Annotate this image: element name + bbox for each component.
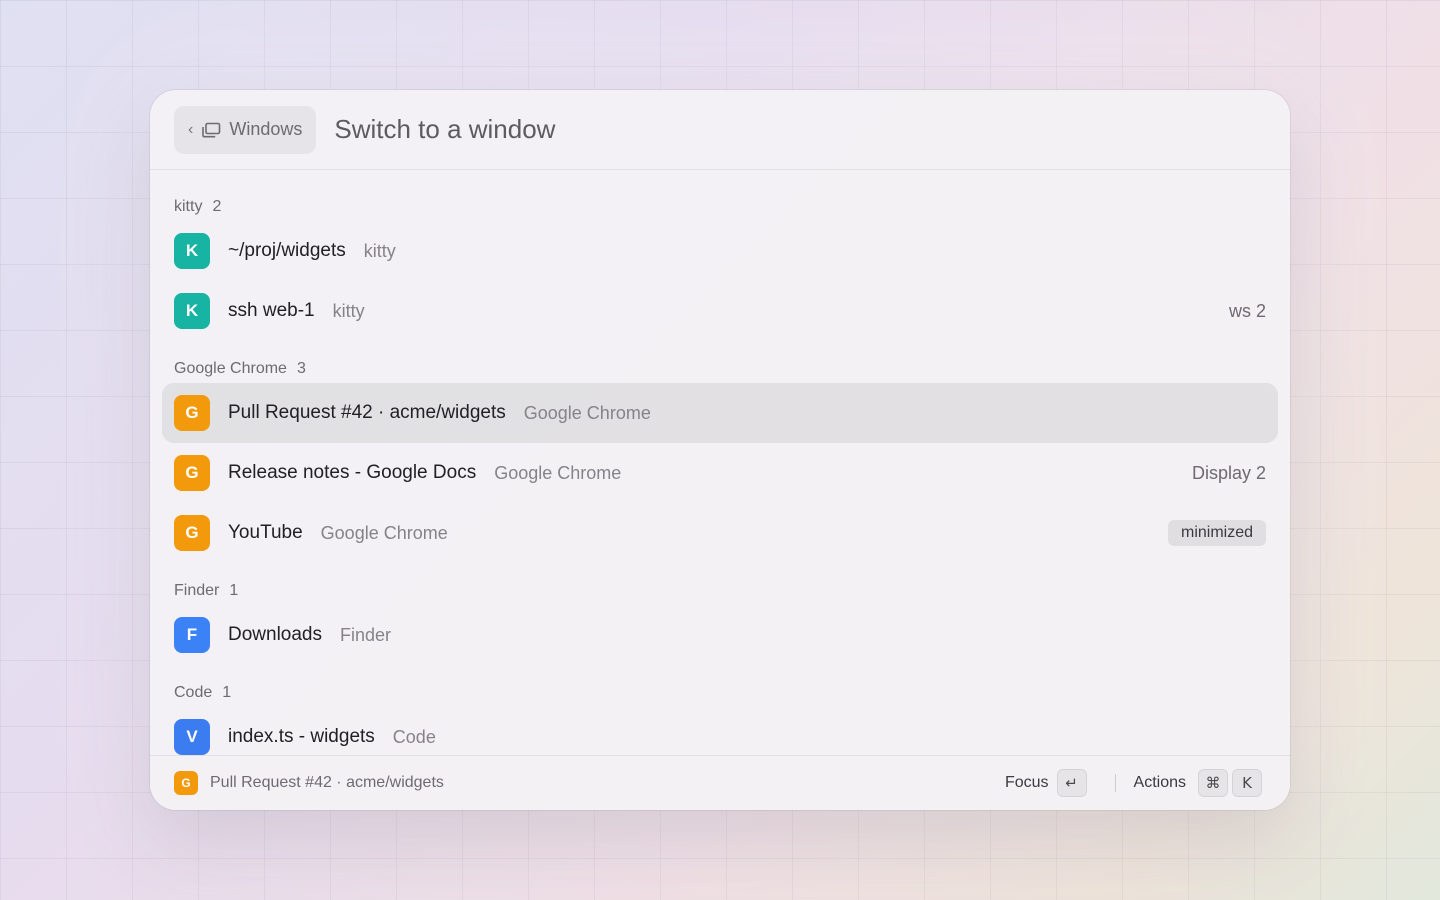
window-title: ~/proj/widgets: [228, 240, 346, 261]
window-row[interactable]: F Downloads Finder: [162, 605, 1278, 665]
group-name: Finder: [174, 582, 220, 599]
command-key-icon: ⌘: [1198, 769, 1228, 797]
back-to-windows-button[interactable]: ‹ Windows: [174, 105, 317, 154]
k-key: K: [1232, 769, 1262, 797]
window-app-name: Google Chrome: [523, 402, 651, 423]
chrome-app-icon: G: [174, 455, 210, 491]
window-row[interactable]: V index.ts - widgets Code: [162, 707, 1278, 755]
header: ‹ Windows: [150, 90, 1290, 170]
kitty-app-icon: K: [174, 233, 210, 269]
focus-label: Focus: [1004, 774, 1049, 791]
code-app-icon: V: [174, 719, 210, 755]
window-title: Release notes - Google Docs: [228, 462, 477, 483]
selected-window-title: Pull Request #42 · acme/widgets: [210, 774, 444, 791]
window-switcher-panel: ‹ Windows kitty 2 K ~/proj/widgets kitty: [150, 90, 1290, 810]
window-app-name: Code: [392, 726, 436, 747]
window-title: YouTube: [228, 522, 303, 543]
window-display: Display 2: [1191, 462, 1266, 483]
group-name: kitty: [174, 198, 203, 215]
window-row-selected[interactable]: G Pull Request #42 · acme/widgets Google…: [162, 383, 1278, 443]
window-app-name: Google Chrome: [320, 522, 448, 543]
finder-app-icon: F: [174, 617, 210, 653]
window-row[interactable]: K ~/proj/widgets kitty: [162, 221, 1278, 281]
group-count: 2: [212, 198, 222, 215]
return-key-icon: ↵: [1056, 769, 1087, 797]
search-input[interactable]: [334, 114, 1266, 145]
window-row[interactable]: G Release notes - Google Docs Google Chr…: [162, 443, 1278, 503]
group-count: 3: [296, 360, 306, 377]
minimized-badge: minimized: [1167, 520, 1266, 546]
group-header: Finder 1: [162, 563, 1278, 605]
window-title: Pull Request #42 · acme/widgets: [228, 402, 506, 423]
window-row[interactable]: K ssh web-1 kitty ws 2: [162, 281, 1278, 341]
chevron-left-icon: ‹: [188, 120, 194, 138]
chrome-app-icon: G: [174, 395, 210, 431]
window-row[interactable]: G YouTube Google Chrome minimized: [162, 503, 1278, 563]
windows-icon: [201, 122, 221, 138]
window-workspace: ws 2: [1228, 300, 1266, 321]
group-header: Code 1: [162, 665, 1278, 707]
footer-bar: G Pull Request #42 · acme/widgets Focus …: [150, 755, 1290, 810]
selected-app-icon: G: [174, 771, 198, 795]
chrome-app-icon: G: [174, 515, 210, 551]
group-name: Google Chrome: [174, 360, 287, 377]
kitty-app-icon: K: [174, 293, 210, 329]
window-title: Downloads: [228, 624, 322, 645]
window-title: ssh web-1: [228, 300, 315, 321]
group-finder: Finder 1 F Downloads Finder: [162, 563, 1278, 665]
window-title: index.ts - widgets: [228, 726, 375, 747]
group-count: 1: [222, 684, 232, 701]
window-app-name: Finder: [340, 624, 392, 645]
group-kitty: kitty 2 K ~/proj/widgets kitty K ssh web…: [162, 171, 1278, 341]
group-code: Code 1 V index.ts - widgets Code: [162, 665, 1278, 755]
group-header: Google Chrome 3: [162, 341, 1278, 383]
window-app-name: kitty: [363, 240, 396, 261]
actions-label: Actions: [1133, 774, 1186, 791]
window-list: kitty 2 K ~/proj/widgets kitty K ssh web…: [150, 171, 1290, 755]
group-count: 1: [229, 582, 239, 599]
window-app-name: Google Chrome: [494, 462, 622, 483]
group-name: Code: [174, 684, 213, 701]
group-header: kitty 2: [162, 171, 1278, 221]
focus-action-button[interactable]: Focus ↵: [1005, 769, 1087, 797]
group-google-chrome: Google Chrome 3 G Pull Request #42 · acm…: [162, 341, 1278, 563]
actions-button[interactable]: Actions ⌘ K: [1134, 769, 1262, 797]
footer-divider: [1114, 774, 1116, 792]
window-app-name: kitty: [332, 300, 365, 321]
back-label: Windows: [229, 119, 303, 139]
